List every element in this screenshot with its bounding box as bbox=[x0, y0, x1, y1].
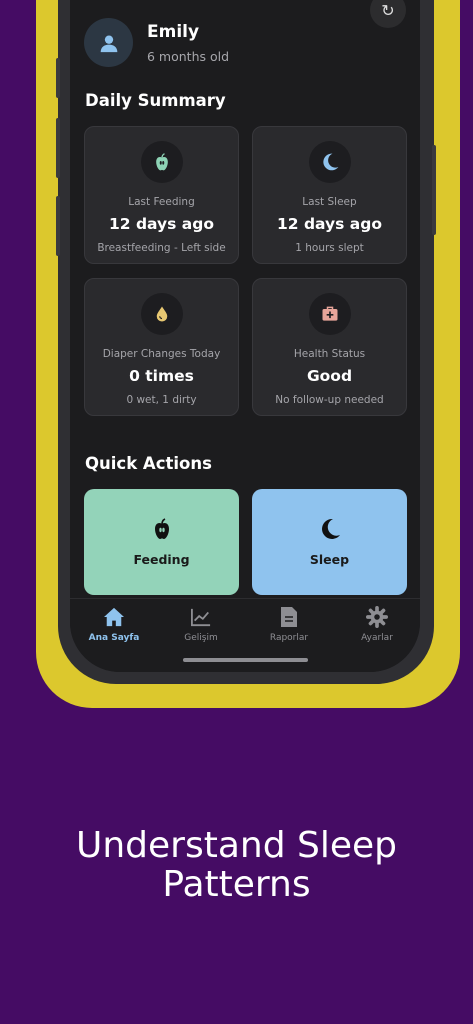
document-icon bbox=[281, 607, 297, 627]
card-label: Last Feeding bbox=[128, 196, 195, 208]
daily-summary-title: Daily Summary bbox=[85, 91, 226, 110]
tab-reports[interactable]: Raporlar bbox=[254, 605, 324, 643]
user-icon bbox=[100, 35, 117, 52]
action-label: Feeding bbox=[133, 552, 190, 567]
phone-side-button bbox=[56, 118, 60, 178]
action-label: Sleep bbox=[309, 552, 350, 567]
drop-icon bbox=[156, 306, 167, 322]
tab-development[interactable]: Gelişim bbox=[166, 605, 236, 643]
health-status-card[interactable]: Health Status Good No follow-up needed bbox=[252, 278, 407, 416]
card-label: Last Sleep bbox=[302, 196, 357, 208]
tab-label: Gelişim bbox=[184, 633, 218, 643]
child-name: Emily bbox=[147, 21, 200, 42]
card-label: Health Status bbox=[293, 348, 366, 360]
home-icon bbox=[104, 607, 124, 627]
gear-icon bbox=[366, 606, 388, 628]
apple-icon bbox=[154, 518, 169, 539]
top-action-button[interactable]: ↻ bbox=[370, 0, 406, 28]
card-value: 12 days ago bbox=[277, 215, 382, 233]
medical-kit-icon bbox=[322, 306, 337, 321]
child-profile[interactable]: Emily 6 months old bbox=[84, 18, 229, 67]
moon-icon bbox=[322, 153, 338, 171]
tab-label: Ana Sayfa bbox=[88, 633, 140, 643]
card-value: Good bbox=[306, 367, 353, 385]
promo-tagline: Understand Sleep Patterns bbox=[0, 826, 473, 904]
phone-side-button bbox=[432, 145, 436, 235]
card-sub: 0 wet, 1 dirty bbox=[126, 394, 197, 406]
feeding-action-button[interactable]: Feeding bbox=[84, 489, 239, 595]
child-age: 6 months old bbox=[147, 48, 230, 64]
card-value: 0 times bbox=[129, 367, 194, 385]
sleep-action-button[interactable]: Sleep bbox=[252, 489, 407, 595]
diaper-changes-card[interactable]: Diaper Changes Today 0 times 0 wet, 1 di… bbox=[84, 278, 239, 416]
phone-side-button bbox=[56, 58, 60, 98]
tab-label: Raporlar bbox=[269, 633, 309, 643]
card-sub: 1 hours slept bbox=[295, 242, 364, 254]
tab-settings[interactable]: Ayarlar bbox=[342, 605, 412, 643]
apple-icon bbox=[155, 153, 168, 171]
quick-actions-title: Quick Actions bbox=[85, 454, 212, 473]
tab-home[interactable]: Ana Sayfa bbox=[79, 605, 149, 643]
refresh-icon: ↻ bbox=[381, 0, 395, 20]
avatar bbox=[84, 18, 133, 67]
moon-icon bbox=[321, 518, 340, 539]
card-value: 12 days ago bbox=[109, 215, 214, 233]
last-sleep-card[interactable]: Last Sleep 12 days ago 1 hours slept bbox=[252, 126, 407, 264]
tagline-line: Patterns bbox=[162, 864, 311, 905]
last-feeding-card[interactable]: Last Feeding 12 days ago Breastfeeding -… bbox=[84, 126, 239, 264]
card-label: Diaper Changes Today bbox=[102, 348, 221, 360]
chart-icon bbox=[191, 608, 211, 627]
home-indicator bbox=[183, 658, 308, 662]
card-sub: No follow-up needed bbox=[275, 394, 384, 406]
tab-label: Ayarlar bbox=[361, 633, 393, 643]
app-screen: ↻ Emily 6 months old Daily Summary Last … bbox=[70, 0, 420, 672]
phone-side-button bbox=[56, 196, 60, 256]
tagline-line: Understand Sleep bbox=[75, 825, 397, 866]
card-sub: Breastfeeding - Left side bbox=[97, 242, 226, 254]
